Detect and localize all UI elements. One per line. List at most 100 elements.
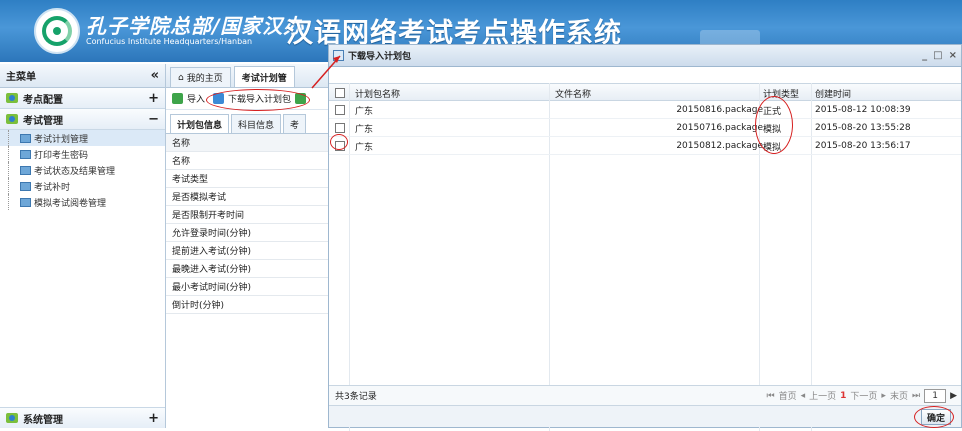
table-icon <box>20 133 31 143</box>
main-tabs: ⌂ 我的主页 考试计划管 <box>166 64 328 88</box>
table-row[interactable]: 广东 20150816.package 正式 2015-08-12 10:08:… <box>329 101 961 119</box>
field-row: 是否限制开考时间 <box>166 206 328 224</box>
sidebar-header: 主菜单 « <box>0 64 165 88</box>
col-file-name[interactable]: 文件名称 <box>555 84 591 102</box>
minimize-icon[interactable]: _ <box>922 50 927 61</box>
collapse-icon[interactable]: « <box>151 68 159 83</box>
folder-icon <box>6 413 18 423</box>
table-row[interactable]: 广东 20150812.package 模拟 2015-08-20 13:56:… <box>329 137 961 155</box>
confucius-logo <box>34 8 80 54</box>
row-file-name: 20150812.package <box>676 141 763 151</box>
sidebar-item-exam-plan[interactable]: 考试计划管理 <box>0 130 165 146</box>
tab-label: 考试计划管 <box>241 73 287 84</box>
maximize-icon[interactable]: □ <box>933 50 942 61</box>
dialog-titlebar[interactable]: 下载导入计划包 _ □ × <box>329 45 961 67</box>
dialog-button-bar: 确定 <box>329 405 961 427</box>
import-button[interactable]: 导入 <box>187 92 205 105</box>
expand-icon[interactable]: + <box>148 411 159 426</box>
sidebar-cat-site-config[interactable]: 考点配置 + <box>0 88 165 109</box>
row-plan-name: 广东 <box>355 142 374 153</box>
home-icon: ⌂ <box>178 72 184 83</box>
download-plan-dialog: 下载导入计划包 _ □ × 计划包名称 文件名称 计划类型 创建时间 广东 20… <box>328 44 962 431</box>
row-checkbox[interactable] <box>335 105 345 115</box>
last-page-icon[interactable]: ⏭ <box>912 391 920 401</box>
select-all-checkbox[interactable] <box>335 88 345 98</box>
folder-icon <box>6 114 18 124</box>
sidebar-item-label: 考试计划管理 <box>34 134 89 145</box>
prev-page-icon[interactable]: ◂ <box>801 391 806 401</box>
sidebar-title: 主菜单 <box>6 72 36 83</box>
first-page-icon[interactable]: ⏮ <box>766 391 774 401</box>
sidebar-cat-label: 系统管理 <box>23 414 63 426</box>
tab-label: 我的主页 <box>186 74 223 84</box>
row-create-time: 2015-08-20 13:55:28 <box>815 123 911 133</box>
table-row[interactable]: 广东 20150716.package 模拟 2015-08-20 13:55:… <box>329 119 961 137</box>
prev-page-link[interactable]: 上一页 <box>809 389 836 402</box>
close-icon[interactable]: × <box>949 50 957 61</box>
row-checkbox[interactable] <box>335 123 345 133</box>
expand-icon[interactable]: + <box>148 91 159 106</box>
row-plan-name: 广东 <box>355 124 374 135</box>
row-file-name: 20150816.package <box>676 105 763 115</box>
current-page: 1 <box>840 390 847 401</box>
sidebar-item-label: 考试状态及结果管理 <box>34 166 116 177</box>
next-page-link[interactable]: 下一页 <box>850 389 877 402</box>
import-icon <box>172 93 183 104</box>
field-row: 是否模拟考试 <box>166 188 328 206</box>
folder-icon <box>6 93 18 103</box>
table-icon <box>20 165 31 175</box>
org-name-en: Confucius Institute Headquarters/Hanban <box>86 37 253 46</box>
window-icon <box>333 50 344 61</box>
download-plan-button[interactable]: 下载导入计划包 <box>228 92 291 105</box>
field-row: 最小考试时间(分钟) <box>166 278 328 296</box>
field-row: 倒计时(分钟) <box>166 296 328 314</box>
info-subtabs: 计划包信息 科目信息 考 <box>166 110 328 134</box>
sidebar-item-exam-status[interactable]: 考试状态及结果管理 <box>0 162 165 178</box>
sidebar-item-extra-time[interactable]: 考试补时 <box>0 178 165 194</box>
page-input[interactable]: 1 <box>924 388 947 403</box>
col-plan-type[interactable]: 计划类型 <box>763 84 799 102</box>
subtab-subject-info[interactable]: 科目信息 <box>231 114 282 133</box>
sidebar: 主菜单 « 考点配置 + 考试管理 − 考试计划管理 打印考生密码 考试状态及结… <box>0 64 166 428</box>
subtab-more[interactable]: 考 <box>283 114 307 133</box>
sidebar-item-label: 考试补时 <box>34 182 71 193</box>
last-page-link[interactable]: 末页 <box>890 389 908 402</box>
sidebar-cat-label: 考点配置 <box>23 94 63 106</box>
subtab-plan-info[interactable]: 计划包信息 <box>170 114 230 133</box>
sidebar-item-mock-grading[interactable]: 模拟考试阅卷管理 <box>0 194 165 210</box>
row-file-name: 20150716.package <box>676 123 763 133</box>
next-page-icon[interactable]: ▸ <box>881 391 886 401</box>
download-icon <box>213 93 225 104</box>
table-header: 计划包名称 文件名称 计划类型 创建时间 <box>329 83 961 101</box>
row-plan-type: 模拟 <box>763 142 782 153</box>
sidebar-item-label: 打印考生密码 <box>34 150 89 161</box>
row-plan-name: 广东 <box>355 106 374 117</box>
sidebar-cat-label: 考试管理 <box>23 115 63 127</box>
field-row: 提前进入考试(分钟) <box>166 242 328 260</box>
pagination: ⏮ 首页 ◂ 上一页 1 下一页 ▸ 末页 ⏭ 1 ▶ <box>766 388 961 403</box>
col-create-time[interactable]: 创建时间 <box>815 84 851 102</box>
first-page-link[interactable]: 首页 <box>779 389 797 402</box>
field-row: 名称 <box>166 152 328 170</box>
sidebar-item-print-password[interactable]: 打印考生密码 <box>0 146 165 162</box>
sidebar-cat-system-management[interactable]: 系统管理 + <box>0 407 165 428</box>
sidebar-cat-exam-management[interactable]: 考试管理 − <box>0 109 165 130</box>
field-row: 允许登录时间(分钟) <box>166 224 328 242</box>
row-create-time: 2015-08-20 13:56:17 <box>815 141 911 151</box>
field-row: 最晚进入考试(分钟) <box>166 260 328 278</box>
table-icon <box>20 181 31 191</box>
extra-tool-icon[interactable] <box>295 93 307 104</box>
tab-exam-plan[interactable]: 考试计划管 <box>233 66 295 87</box>
ok-button[interactable]: 确定 <box>921 409 951 425</box>
panel-toolbar: 导入 下载导入计划包 <box>166 88 328 110</box>
field-row: 考试类型 <box>166 170 328 188</box>
go-page-icon[interactable]: ▶ <box>950 391 957 401</box>
collapse-section-icon[interactable]: − <box>148 112 159 127</box>
sidebar-item-label: 模拟考试阅卷管理 <box>34 198 107 209</box>
col-plan-name[interactable]: 计划包名称 <box>355 84 400 102</box>
org-name-cn: 孔子学院总部/国家汉办 <box>86 14 305 38</box>
tab-home[interactable]: ⌂ 我的主页 <box>170 67 231 87</box>
row-checkbox[interactable] <box>335 141 345 151</box>
dialog-title: 下载导入计划包 <box>348 52 412 62</box>
table-icon <box>20 149 31 159</box>
